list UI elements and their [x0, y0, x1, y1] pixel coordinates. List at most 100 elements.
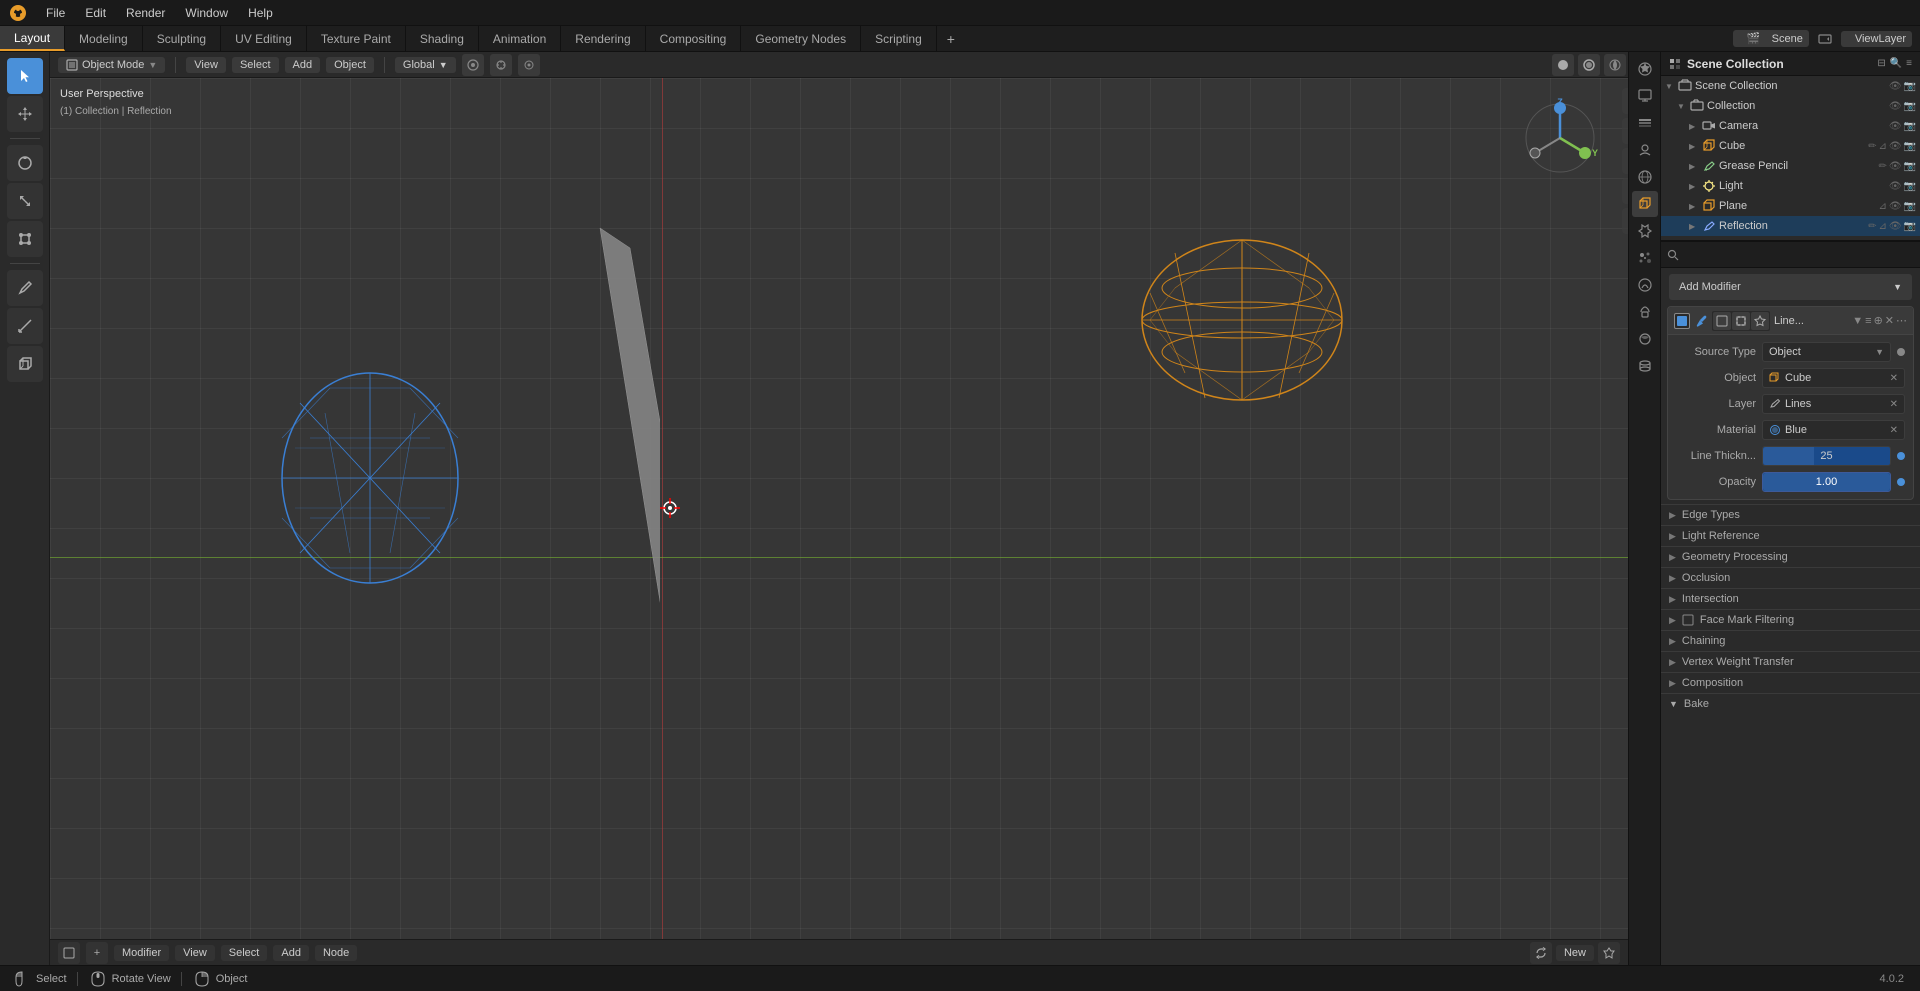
- modifier-copy-icon[interactable]: ⊕: [1874, 314, 1883, 327]
- tab-modeling[interactable]: Modeling: [65, 26, 143, 51]
- view-menu[interactable]: View: [186, 57, 226, 73]
- plane-camera-icon[interactable]: 📷: [1904, 201, 1916, 212]
- menu-file[interactable]: File: [36, 0, 75, 25]
- collection-eye-icon[interactable]: 👁: [1889, 101, 1902, 112]
- edge-types-section[interactable]: ▶ Edge Types: [1661, 504, 1920, 525]
- material-x-button[interactable]: ✕: [1890, 425, 1898, 436]
- tab-layout[interactable]: Layout: [0, 26, 65, 51]
- viewport-shading-rendered[interactable]: [1604, 54, 1626, 76]
- menu-window[interactable]: Window: [175, 0, 238, 25]
- reflection-edit-icon[interactable]: ✏: [1868, 221, 1876, 232]
- bottom-node-btn[interactable]: Node: [315, 945, 357, 961]
- bottom-sync-icon-btn[interactable]: [1530, 942, 1552, 964]
- object-menu[interactable]: Object: [326, 57, 374, 73]
- intersection-section[interactable]: ▶ Intersection: [1661, 588, 1920, 609]
- opacity-slider[interactable]: 1.00: [1762, 472, 1891, 492]
- tab-rendering[interactable]: Rendering: [561, 26, 645, 51]
- cube-camera-icon[interactable]: 📷: [1904, 141, 1916, 152]
- camera-render-icon[interactable]: 📷: [1904, 121, 1916, 132]
- viewport-gizmo[interactable]: Z Y: [1520, 98, 1600, 178]
- menu-render[interactable]: Render: [116, 0, 175, 25]
- modifier-enable-checkbox[interactable]: [1674, 313, 1690, 329]
- composition-section[interactable]: ▶ Composition: [1661, 672, 1920, 693]
- tab-sculpting[interactable]: Sculpting: [143, 26, 221, 51]
- modifier-edit-mode-btn[interactable]: [1713, 312, 1731, 330]
- bottom-add-btn[interactable]: Add: [273, 945, 309, 961]
- cursor-tool[interactable]: [7, 58, 43, 94]
- light-reference-section[interactable]: ▶ Light Reference: [1661, 525, 1920, 546]
- viewport-shading-material[interactable]: [1578, 54, 1600, 76]
- modifier-move-icon[interactable]: ≡: [1865, 315, 1871, 327]
- menu-edit[interactable]: Edit: [75, 0, 116, 25]
- modifier-chevron-down-icon[interactable]: ▼: [1852, 315, 1863, 327]
- prop-data-icon-btn[interactable]: [1632, 353, 1658, 379]
- prop-modifier-icon-btn[interactable]: [1632, 218, 1658, 244]
- scale-tool[interactable]: [7, 183, 43, 219]
- view-layer-selector[interactable]: ViewLayer: [1841, 31, 1912, 47]
- rotate-tool[interactable]: [7, 145, 43, 181]
- select-menu[interactable]: Select: [232, 57, 279, 73]
- collection-camera-icon[interactable]: 📷: [1904, 101, 1916, 112]
- scene-collection-camera-icon[interactable]: 📷: [1904, 81, 1916, 92]
- prop-physics-icon-btn[interactable]: [1632, 272, 1658, 298]
- camera-eye-icon[interactable]: 👁: [1889, 121, 1902, 132]
- grease-pencil-row[interactable]: ▶ Grease Pencil ✏ 👁 📷: [1661, 156, 1920, 176]
- light-eye-icon[interactable]: 👁: [1889, 181, 1902, 192]
- tab-compositing[interactable]: Compositing: [646, 26, 742, 51]
- prop-constraints-icon-btn[interactable]: [1632, 299, 1658, 325]
- line-thickness-slider[interactable]: 25: [1762, 446, 1891, 466]
- prop-world-icon-btn[interactable]: [1632, 164, 1658, 190]
- reflection-eye-icon[interactable]: 👁: [1889, 221, 1902, 232]
- grease-eye-icon[interactable]: 👁: [1889, 161, 1902, 172]
- transform-tool[interactable]: [7, 221, 43, 257]
- main-viewport[interactable]: User Perspective (1) Collection | Reflec…: [50, 78, 1660, 965]
- bottom-modifier-btn[interactable]: Modifier: [114, 945, 169, 961]
- tab-texture-paint[interactable]: Texture Paint: [307, 26, 406, 51]
- outliner-options-btn[interactable]: ≡: [1906, 58, 1912, 69]
- proportional-editing[interactable]: [518, 54, 540, 76]
- cube-row[interactable]: ▶ Cube ✏ ⊿ 👁 📷: [1661, 136, 1920, 156]
- add-cube-tool[interactable]: [7, 346, 43, 382]
- modifier-close-icon[interactable]: ✕: [1885, 314, 1894, 327]
- bottom-view-btn[interactable]: View: [175, 945, 215, 961]
- bottom-plus-btn[interactable]: +: [86, 942, 108, 964]
- bottom-select-btn[interactable]: Select: [221, 945, 268, 961]
- occlusion-section[interactable]: ▶ Occlusion: [1661, 567, 1920, 588]
- camera-row[interactable]: ▶ Camera 👁 📷: [1661, 116, 1920, 136]
- chaining-section[interactable]: ▶ Chaining: [1661, 630, 1920, 651]
- prop-shader-icon-btn[interactable]: [1632, 326, 1658, 352]
- reflection-camera-icon[interactable]: 📷: [1904, 221, 1916, 232]
- tab-shading[interactable]: Shading: [406, 26, 479, 51]
- prop-object-icon-btn[interactable]: [1632, 191, 1658, 217]
- move-tool[interactable]: [7, 96, 43, 132]
- face-mark-section[interactable]: ▶ Face Mark Filtering: [1661, 609, 1920, 630]
- scene-collection-eye-icon[interactable]: 👁: [1889, 81, 1902, 92]
- plane-func-icon[interactable]: ⊿: [1878, 201, 1886, 212]
- viewport-shading-solid[interactable]: [1552, 54, 1574, 76]
- bake-section[interactable]: ▼ Bake: [1661, 693, 1920, 714]
- scene-collection-row[interactable]: ▼ Scene Collection 👁 📷: [1661, 76, 1920, 96]
- object-x-button[interactable]: ✕: [1890, 373, 1898, 384]
- bottom-header-mode-btn[interactable]: [58, 942, 80, 964]
- scene-icon-btn[interactable]: [1815, 29, 1835, 49]
- light-camera-icon[interactable]: 📷: [1904, 181, 1916, 192]
- outliner-filter-btn[interactable]: ⊟: [1877, 58, 1885, 69]
- cube-eye-icon[interactable]: 👁: [1889, 141, 1902, 152]
- cube-filter-icon[interactable]: ⊿: [1878, 141, 1886, 152]
- prop-render-icon-btn[interactable]: [1632, 56, 1658, 82]
- layer-x-button[interactable]: ✕: [1890, 399, 1898, 410]
- grease-camera-icon[interactable]: 📷: [1904, 161, 1916, 172]
- tab-geometry-nodes[interactable]: Geometry Nodes: [741, 26, 861, 51]
- prop-particles-icon-btn[interactable]: [1632, 245, 1658, 271]
- add-workspace-tab[interactable]: +: [937, 31, 965, 47]
- add-menu[interactable]: Add: [285, 57, 321, 73]
- geometry-processing-section[interactable]: ▶ Geometry Processing: [1661, 546, 1920, 567]
- material-value[interactable]: Blue ✕: [1762, 420, 1905, 440]
- modifier-options-icon[interactable]: ⋯: [1896, 314, 1907, 327]
- collection-row[interactable]: ▼ Collection 👁 📷: [1661, 96, 1920, 116]
- cube-edit-icon[interactable]: ✏: [1868, 141, 1876, 152]
- plane-row[interactable]: ▶ Plane ⊿ 👁 📷: [1661, 196, 1920, 216]
- properties-search-input[interactable]: [1683, 245, 1914, 265]
- tab-uv-editing[interactable]: UV Editing: [221, 26, 307, 51]
- reflection-func-icon[interactable]: ⊿: [1878, 221, 1886, 232]
